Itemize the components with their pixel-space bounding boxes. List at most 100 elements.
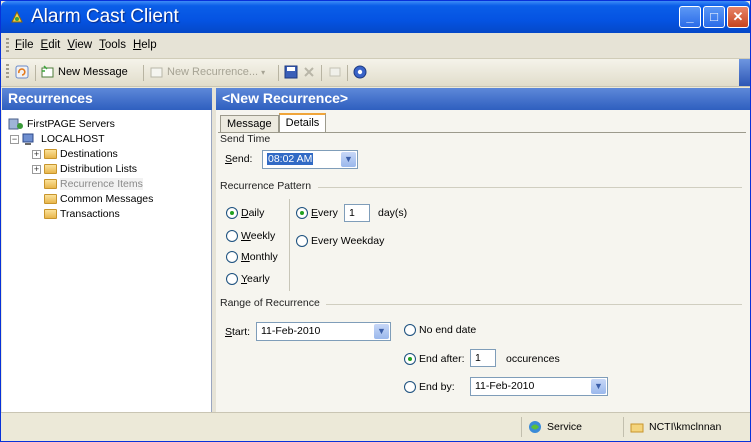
end-after-input[interactable]: 1 [470, 349, 496, 367]
tab-strip: Message Details [220, 113, 327, 132]
radio-label: Weekly [241, 230, 276, 242]
range-title: Range of Recurrence [220, 297, 320, 309]
tree-item-label: Transactions [60, 208, 120, 220]
refresh-icon [15, 65, 29, 79]
radio-button[interactable] [296, 235, 308, 247]
tree-item-transactions[interactable]: Transactions [44, 208, 120, 220]
tree-item-common-messages[interactable]: Common Messages [44, 193, 153, 205]
start-label: Start: [225, 326, 251, 338]
menu-edit[interactable]: Edit [41, 39, 61, 51]
every-days-input[interactable]: 1 [344, 204, 370, 222]
window-title: Alarm Cast Client [31, 6, 179, 27]
radio-label: Every [311, 207, 338, 219]
help-icon [353, 65, 367, 79]
radio-button[interactable] [226, 273, 238, 285]
user-label: NCTI\kmclnnan [649, 421, 722, 433]
new-recurrence-label: New Recurrence... [167, 66, 259, 78]
folder-icon [44, 194, 57, 204]
tree-item-recurrence-items[interactable]: Recurrence Items [44, 178, 143, 190]
send-time-picker[interactable]: 08:02 AM ▼ [262, 150, 358, 169]
radio-button[interactable] [226, 207, 238, 219]
days-unit-label: day(s) [378, 207, 408, 219]
occurrences-label: occurences [506, 353, 560, 365]
find-button[interactable] [328, 65, 342, 79]
toolbar-grip[interactable] [6, 64, 9, 78]
radio-button[interactable] [296, 207, 308, 219]
editor-header: <New Recurrence> [216, 88, 750, 110]
radio-no-end-date[interactable]: No end date [404, 324, 476, 336]
collapse-icon[interactable]: − [10, 134, 19, 144]
toolbar-separator [35, 65, 36, 81]
folder-icon [44, 164, 57, 174]
tree-root[interactable]: FirstPAGE Servers [8, 117, 115, 131]
delete-button[interactable] [302, 65, 316, 79]
recurrence-pattern-title: Recurrence Pattern [220, 180, 312, 192]
tree-item-label: Common Messages [60, 193, 154, 205]
new-recurrence-icon [150, 67, 163, 78]
new-message-button[interactable]: New Message [41, 65, 128, 79]
pattern-divider [289, 199, 290, 291]
radio-every-n-days[interactable]: Every [296, 207, 338, 219]
menu-help[interactable]: Help [133, 39, 157, 51]
send-label: Send: [225, 153, 253, 165]
end-by-date-picker[interactable]: 11-Feb-2010 ▼ [470, 377, 608, 396]
find-icon [329, 67, 341, 77]
radio-monthly[interactable]: Monthly [226, 251, 278, 263]
folder-icon [44, 149, 57, 159]
radio-every-weekday[interactable]: Every Weekday [296, 235, 384, 247]
computer-icon [22, 133, 34, 145]
group-divider [318, 187, 742, 188]
radio-daily[interactable]: Daily [226, 207, 264, 219]
close-button[interactable]: ✕ [727, 6, 749, 28]
service-status: Service [521, 417, 623, 437]
menu-file[interactable]: File [15, 39, 34, 51]
radio-weekly[interactable]: Weekly [226, 230, 275, 242]
help-button[interactable] [353, 65, 367, 79]
tab-details[interactable]: Details [278, 113, 327, 132]
radio-end-by[interactable]: End by: [404, 381, 455, 393]
radio-button[interactable] [226, 230, 238, 242]
tree-item-label: Distribution Lists [60, 163, 138, 175]
tree-server-label: LOCALHOST [41, 133, 105, 145]
toolbar-separator [321, 65, 322, 81]
chevron-down-icon[interactable]: ▼ [341, 152, 356, 167]
menu-grip[interactable] [6, 38, 9, 52]
delete-icon [304, 67, 314, 77]
radio-button[interactable] [404, 324, 416, 336]
start-date-value: 11-Feb-2010 [261, 325, 321, 337]
app-window: Alarm Cast Client _ □ ✕ File Edit View T… [0, 0, 751, 442]
save-button[interactable] [284, 65, 298, 79]
user-status: NCTI\kmclnnan [623, 417, 748, 437]
expand-icon[interactable]: + [32, 149, 41, 159]
new-recurrence-button[interactable]: New Recurrence... ▾ [150, 65, 265, 79]
title-bar[interactable]: Alarm Cast Client _ □ ✕ [1, 1, 750, 33]
tree-item-destinations[interactable]: + Destinations [32, 148, 118, 160]
tree-root-label: FirstPAGE Servers [27, 118, 115, 130]
radio-button[interactable] [226, 251, 238, 263]
radio-button[interactable] [404, 353, 416, 365]
refresh-button[interactable] [15, 65, 29, 79]
menu-view[interactable]: View [67, 39, 92, 51]
status-bar: Service NCTI\kmclnnan [1, 412, 750, 441]
minimize-button[interactable]: _ [679, 6, 701, 28]
chevron-down-icon[interactable]: ▼ [591, 379, 606, 394]
dropdown-arrow-icon[interactable]: ▾ [261, 68, 265, 77]
toolbar-overflow[interactable] [739, 59, 750, 86]
menu-tools[interactable]: Tools [99, 39, 126, 51]
app-icon [11, 10, 23, 23]
toolbar: New Message New Recurrence... ▾ [1, 59, 750, 87]
chevron-down-icon[interactable]: ▼ [374, 324, 389, 339]
expand-icon[interactable]: + [32, 164, 41, 174]
tab-message[interactable]: Message [220, 115, 279, 132]
start-date-picker[interactable]: 11-Feb-2010 ▼ [256, 322, 391, 341]
radio-button[interactable] [404, 381, 416, 393]
radio-end-after[interactable]: End after: [404, 353, 465, 365]
tree-item-label: Destinations [60, 148, 118, 160]
maximize-button[interactable]: □ [703, 6, 725, 28]
tree-item-distribution-lists[interactable]: + Distribution Lists [32, 163, 137, 175]
folder-icon [44, 209, 57, 219]
navigation-tree: FirstPAGE Servers − LOCALHOST + Destinat… [2, 110, 212, 412]
radio-yearly[interactable]: Yearly [226, 273, 270, 285]
tree-item-label: Recurrence Items [60, 178, 143, 190]
tree-server[interactable]: − LOCALHOST [10, 132, 105, 146]
